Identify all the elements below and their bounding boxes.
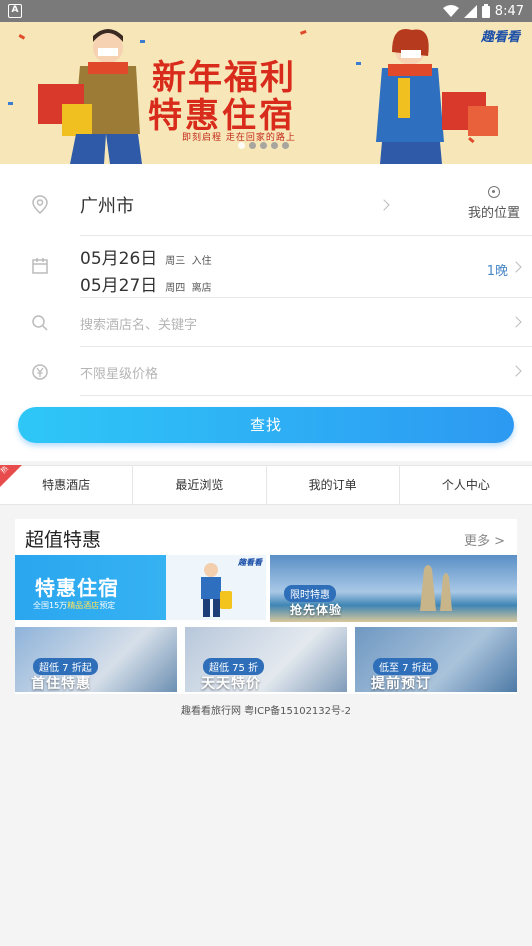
carousel-dot[interactable] <box>282 142 289 149</box>
deal-tag: 限时特惠 <box>284 585 336 602</box>
chevron-right-icon <box>378 199 390 211</box>
my-location-button[interactable]: 我的位置 <box>468 186 520 221</box>
hotel-search-form: 广州市 我的位置 05月26日 周三 入住 05月27日 周四 离店 1晚 搜索… <box>0 164 532 461</box>
quick-nav: 特惠酒店 最近浏览 我的订单 个人中心 <box>0 465 532 505</box>
carousel-dot[interactable] <box>249 142 256 149</box>
crosshair-icon <box>487 186 500 198</box>
price-row[interactable]: 不限星级价格 <box>0 347 532 396</box>
location-pin-icon <box>32 195 48 214</box>
checkout-date-value: 05月27日 <box>80 276 158 296</box>
chevron-right-icon <box>510 316 522 328</box>
deal-title: 提前预订 <box>371 676 431 692</box>
deal-card-limited-time[interactable]: 限时特惠 抢先体验 <box>270 555 517 622</box>
carousel-dot[interactable] <box>260 142 267 149</box>
status-bar: A 8:47 <box>0 0 532 22</box>
carousel-dot[interactable] <box>271 142 278 149</box>
search-icon <box>32 315 48 331</box>
price-star-filter[interactable]: 不限星级价格 <box>80 363 158 382</box>
search-button[interactable]: 查找 <box>18 407 514 443</box>
more-link[interactable]: 更多 > <box>464 530 505 549</box>
checkout-weekday: 周四 离店 <box>165 283 212 294</box>
tab-my-orders[interactable]: 我的订单 <box>267 466 400 504</box>
section-title: 超值特惠 <box>25 529 102 551</box>
city-row[interactable]: 广州市 我的位置 <box>0 164 532 236</box>
yen-icon <box>32 364 48 380</box>
deal-card-special-stay[interactable]: 特惠住宿 全国15万精品酒店预定 趣看看 <box>15 555 266 620</box>
checkout-date[interactable]: 05月27日 周四 离店 <box>80 271 212 296</box>
divider <box>80 395 532 396</box>
checkin-weekday: 周三 入住 <box>165 256 212 267</box>
keyword-row[interactable]: 搜索酒店名、关键字 <box>0 298 532 347</box>
deal-card-first-stay[interactable]: 超低 7 折起 首住特惠 <box>15 627 177 692</box>
promo-banner[interactable]: 趣看看 新年福利 特惠住宿 即刻启程 走在回家的路上 <box>0 22 532 164</box>
city-name[interactable]: 广州市 <box>80 192 134 218</box>
deals-section: 超值特惠 更多 > 特惠住宿 全国15万精品酒店预定 趣看看 限时特惠 抢先体验… <box>15 519 517 694</box>
deal-title: 首住特惠 <box>31 676 91 692</box>
checkin-date-value: 05月26日 <box>80 249 158 269</box>
clock: 8:47 <box>494 3 524 19</box>
traveler-illustration <box>201 563 232 617</box>
nights-count: 1晚 <box>486 264 508 279</box>
deal-title: 天天特价 <box>201 676 261 692</box>
my-location-label: 我的位置 <box>467 206 520 221</box>
battery-icon <box>481 4 490 18</box>
carousel-indicator[interactable] <box>238 142 289 149</box>
deal-title: 特惠住宿 <box>35 576 119 600</box>
app-notification-icon: A <box>8 4 22 18</box>
carousel-dot[interactable] <box>238 142 245 149</box>
brand-logo: 趣看看 <box>480 30 520 45</box>
tab-profile[interactable]: 个人中心 <box>400 466 532 504</box>
brand-logo: 趣看看 <box>238 558 262 567</box>
tab-recent-views[interactable]: 最近浏览 <box>133 466 267 504</box>
date-row[interactable]: 05月26日 周三 入住 05月27日 周四 离店 <box>0 236 532 298</box>
man-with-bags-illustration <box>38 29 142 164</box>
cell-signal-icon <box>463 4 477 18</box>
keyword-input[interactable]: 搜索酒店名、关键字 <box>80 314 197 333</box>
deal-title: 抢先体验 <box>290 603 343 617</box>
checkin-date[interactable]: 05月26日 周三 入住 <box>80 244 212 269</box>
wifi-icon <box>442 4 459 17</box>
deal-card-daily-special[interactable]: 超低 75 折 天天特价 <box>185 627 347 692</box>
tower-illustration <box>420 565 452 611</box>
deal-card-book-early[interactable]: 低至 7 折起 提前预订 <box>355 627 517 692</box>
chevron-right-icon <box>510 365 522 377</box>
deal-subtitle: 全国15万精品酒店预定 <box>33 601 116 610</box>
icp-footer: 趣看看旅行网 粤ICP备15102132号-2 <box>180 706 351 717</box>
calendar-icon <box>32 258 48 274</box>
